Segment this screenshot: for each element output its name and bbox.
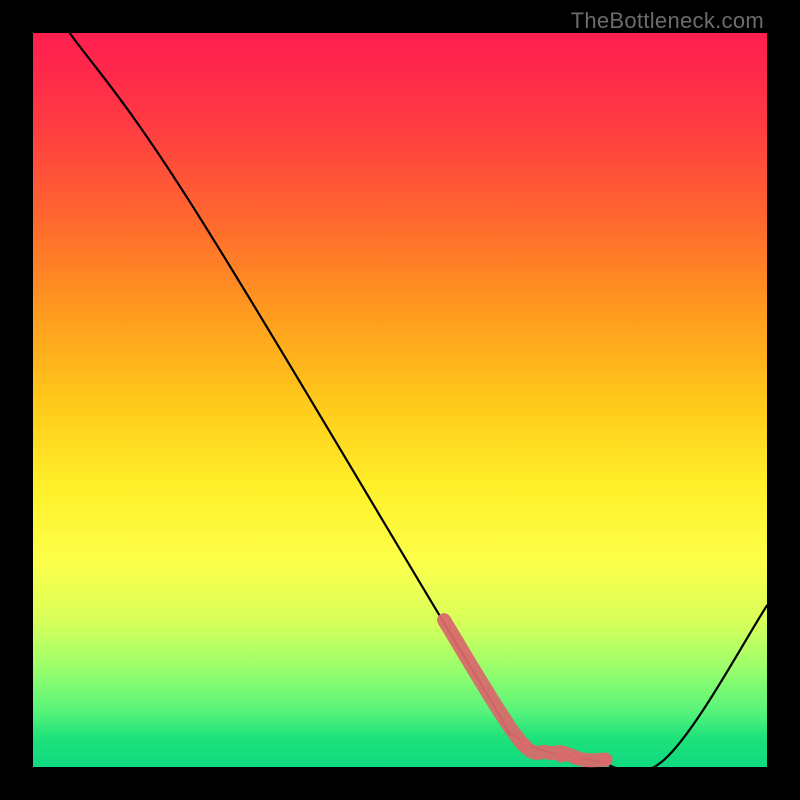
plot-area <box>33 33 767 767</box>
highlight-dot <box>570 752 583 765</box>
highlight-dot <box>555 749 568 762</box>
highlight-dot <box>518 738 531 751</box>
bottleneck-curve-line <box>70 33 767 773</box>
chart-svg <box>33 33 767 767</box>
chart-frame: TheBottleneck.com <box>0 0 800 800</box>
watermark-text: TheBottleneck.com <box>571 8 764 34</box>
highlight-dot <box>599 753 612 766</box>
